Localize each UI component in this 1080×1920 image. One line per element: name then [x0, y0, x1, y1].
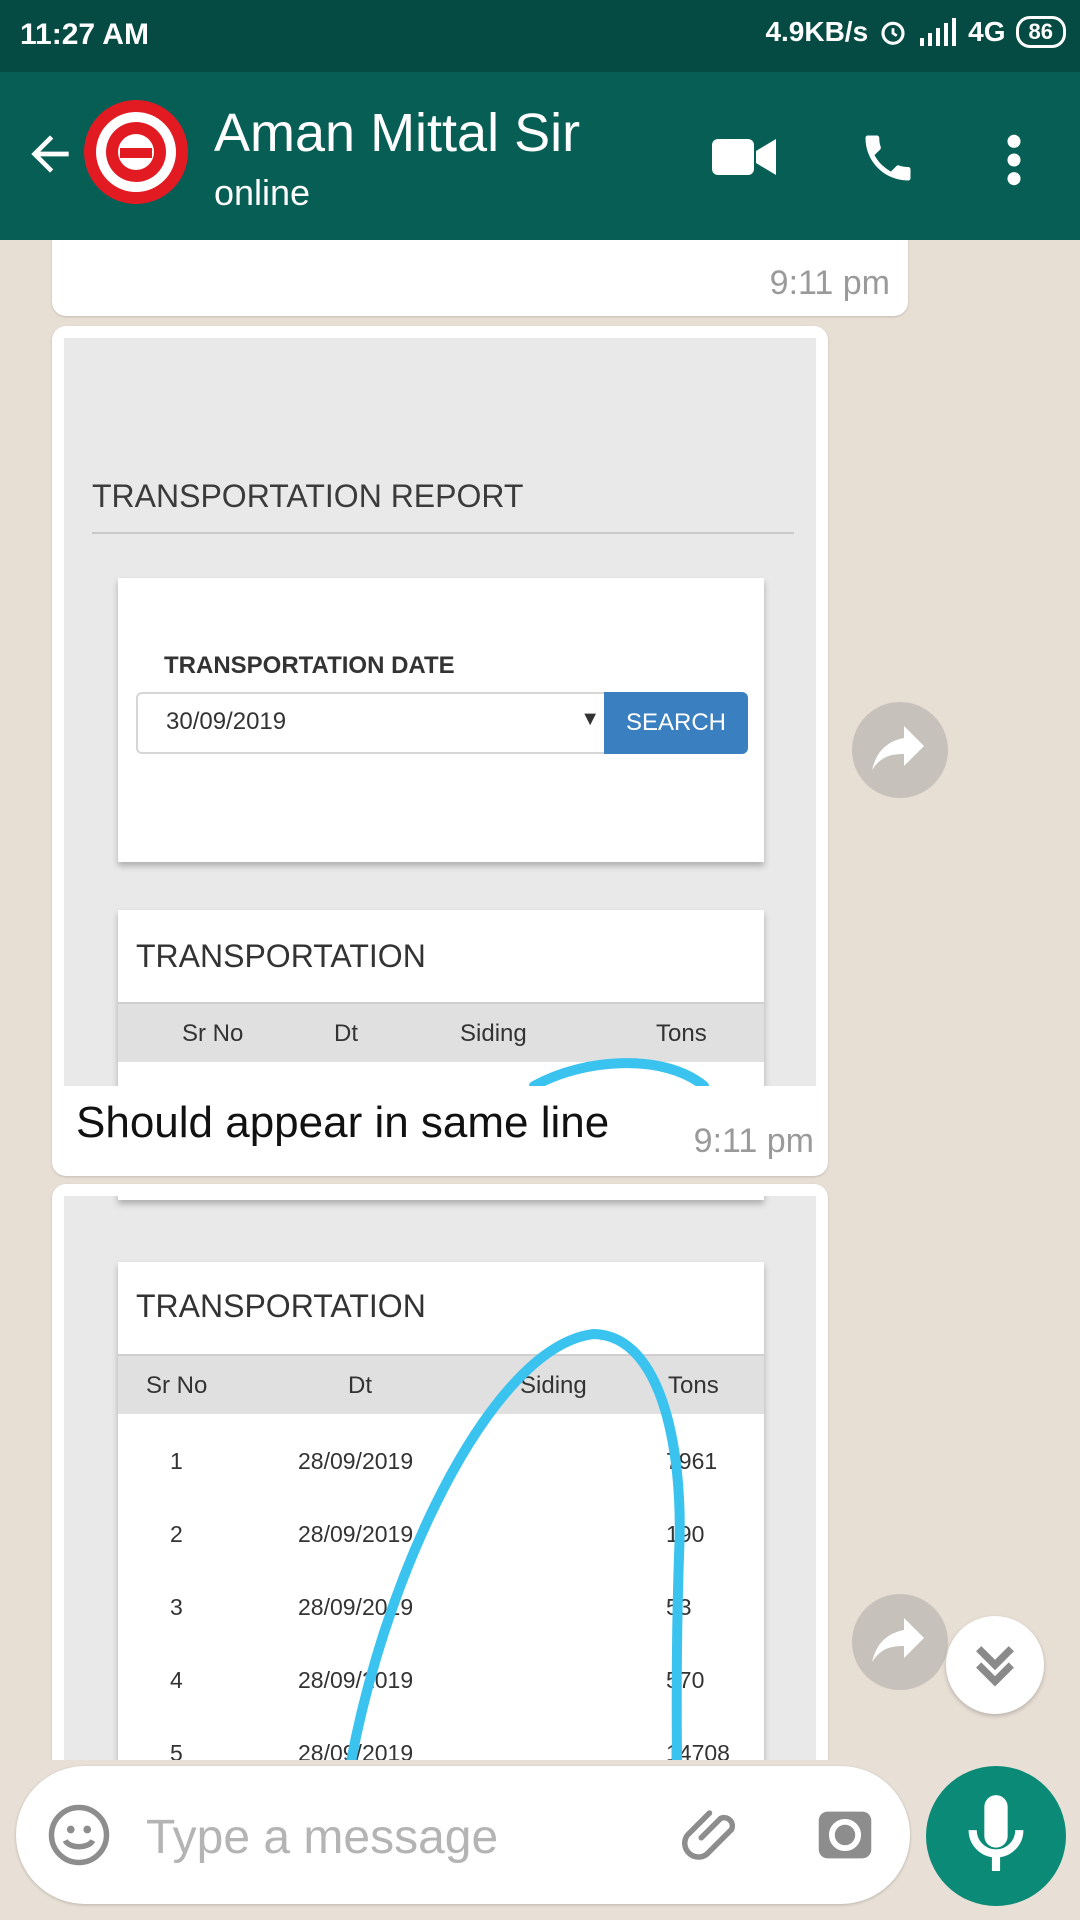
- battery-indicator: 86: [1015, 16, 1066, 48]
- emoji-icon[interactable]: [46, 1802, 112, 1868]
- message-time: 9:11 pm: [693, 1122, 814, 1160]
- back-arrow-icon[interactable]: [22, 126, 78, 182]
- message-composer: Type a message: [16, 1766, 910, 1904]
- forward-icon: [872, 1618, 924, 1662]
- alarm-icon: [881, 21, 905, 45]
- scribble-annotation: [529, 1058, 709, 1086]
- phone-icon[interactable]: [858, 128, 918, 188]
- status-right: 4.9KB/s 4G 86: [765, 16, 1066, 48]
- contact-status: online: [214, 172, 311, 213]
- video-call-icon[interactable]: [712, 134, 776, 180]
- network-type: 4G: [968, 16, 1006, 47]
- image-message-bubble[interactable]: TRANSPORTATION Sr No Dt Siding Tons 1 28…: [52, 1184, 828, 1760]
- message-caption: Should appear in same line: [76, 1098, 610, 1147]
- message-time: 9:11 pm: [769, 264, 890, 302]
- chat-area[interactable]: 9:11 pm TRANSPORTATION REPORT TRANSPORTA…: [0, 240, 1080, 1760]
- forward-button[interactable]: [852, 702, 948, 798]
- more-icon[interactable]: [1000, 132, 1028, 188]
- message-input[interactable]: Type a message: [146, 1810, 498, 1865]
- network-speed: 4.9KB/s: [765, 16, 869, 47]
- camera-icon[interactable]: [810, 1800, 880, 1870]
- message-bubble[interactable]: 9:11 pm: [52, 240, 908, 316]
- image-message-bubble[interactable]: TRANSPORTATION REPORT TRANSPORTATION DAT…: [52, 326, 828, 1176]
- attach-icon[interactable]: [682, 1802, 748, 1868]
- voice-record-button[interactable]: [926, 1766, 1066, 1906]
- image-attachment[interactable]: TRANSPORTATION REPORT TRANSPORTATION DAT…: [64, 338, 816, 1086]
- forward-icon: [872, 726, 924, 770]
- scroll-to-bottom-button[interactable]: [946, 1616, 1044, 1714]
- signal-icon: [920, 18, 957, 46]
- double-chevron-down-icon: [976, 1646, 1014, 1687]
- forward-button[interactable]: [852, 1594, 948, 1690]
- contact-name[interactable]: Aman Mittal Sir: [214, 102, 580, 164]
- railways-logo-icon: [96, 112, 176, 192]
- status-time: 11:27 AM: [20, 18, 149, 51]
- chat-header: Aman Mittal Sir online: [0, 72, 1080, 240]
- scribble-annotation: [346, 1328, 685, 1760]
- avatar[interactable]: [84, 100, 188, 204]
- mic-icon: [968, 1795, 1024, 1871]
- status-bar: 11:27 AM 4.9KB/s 4G 86: [0, 0, 1080, 72]
- image-attachment[interactable]: TRANSPORTATION Sr No Dt Siding Tons 1 28…: [64, 1196, 816, 1760]
